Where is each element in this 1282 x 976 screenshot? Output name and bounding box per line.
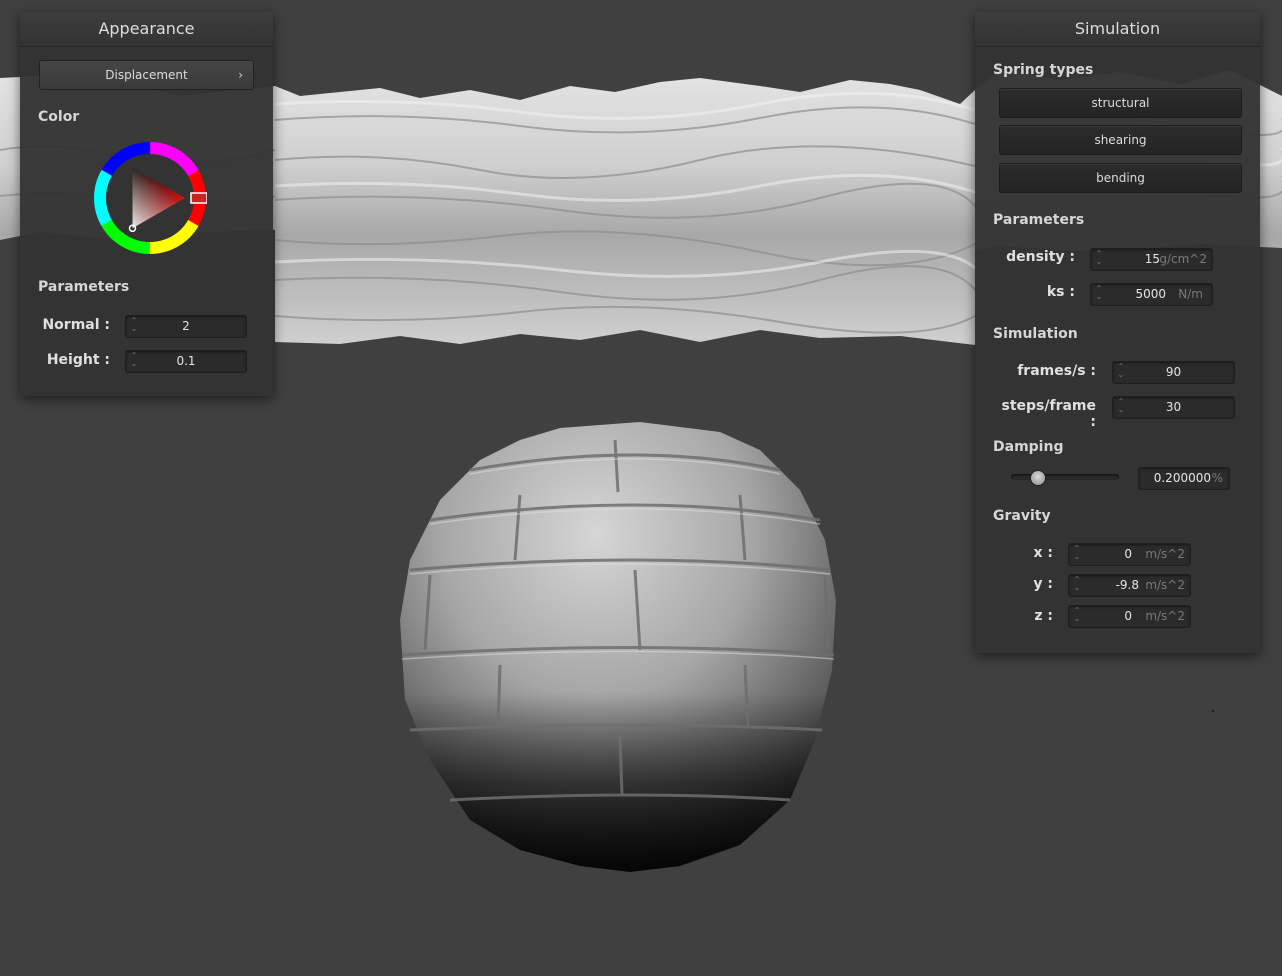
density-label: density : <box>1006 249 1075 265</box>
appearance-panel: Appearance Displacement › Color Paramete… <box>20 12 273 396</box>
color-wheel-icon <box>94 142 208 254</box>
density-unit: g/cm^2 <box>1159 252 1207 266</box>
color-section-label: Color <box>38 109 80 125</box>
ks-value: 5000 <box>1135 287 1166 301</box>
gravity-y-label: y : <box>1033 576 1053 592</box>
spinner-icon[interactable]: ⌃ ⌄ <box>1073 607 1081 625</box>
spinner-icon[interactable]: ⌃ ⌄ <box>1095 250 1103 268</box>
gravity-z-input[interactable]: ⌃ ⌄ 0 m/s^2 <box>1068 605 1191 628</box>
normal-input[interactable]: ⌃ ⌄ 2 <box>125 315 247 338</box>
gravity-y-input[interactable]: ⌃ ⌄ -9.8 m/s^2 <box>1068 574 1191 597</box>
simulation-panel: Simulation Spring types structural shear… <box>975 12 1260 653</box>
gravity-z-label: z : <box>1034 608 1053 624</box>
steps-input[interactable]: ⌃ ⌄ 30 <box>1112 396 1235 419</box>
damping-unit: % <box>1211 471 1223 485</box>
gravity-x-value: 0 <box>1124 547 1132 561</box>
density-value: 15 <box>1144 252 1160 266</box>
steps-value: 30 <box>1165 400 1182 414</box>
displacement-button-label: Displacement <box>105 68 188 82</box>
displacement-popup-button[interactable]: Displacement › <box>39 60 254 90</box>
brick-sphere <box>400 422 836 872</box>
spring-types-label: Spring types <box>993 62 1094 78</box>
damping-value: 0.200000 <box>1153 471 1211 485</box>
spinner-icon[interactable]: ⌃ ⌄ <box>1073 545 1081 563</box>
damping-slider[interactable] <box>1011 474 1119 480</box>
gravity-x-label: x : <box>1033 545 1053 561</box>
height-input[interactable]: ⌃ ⌄ 0.1 <box>125 350 247 373</box>
gravity-z-value: 0 <box>1124 609 1132 623</box>
appearance-title[interactable]: Appearance <box>20 12 273 47</box>
chevron-right-icon: › <box>238 68 243 82</box>
fps-value: 90 <box>1165 365 1182 379</box>
simulation-title[interactable]: Simulation <box>975 12 1260 47</box>
fps-input[interactable]: ⌃ ⌄ 90 <box>1112 361 1235 384</box>
gravity-y-value: -9.8 <box>1115 578 1139 592</box>
density-input[interactable]: ⌃ ⌄ 15 g/cm^2 <box>1090 248 1213 271</box>
height-value: 0.1 <box>176 354 196 368</box>
spinner-icon[interactable]: ⌃ ⌄ <box>1095 285 1103 303</box>
appearance-parameters-label: Parameters <box>38 279 130 295</box>
sim-parameters-label: Parameters <box>993 212 1085 228</box>
damping-input[interactable]: 0.200000 % <box>1138 467 1230 490</box>
gravity-x-unit: m/s^2 <box>1145 547 1185 561</box>
simulation-section-label: Simulation <box>993 326 1078 342</box>
bending-button[interactable]: bending <box>999 163 1242 193</box>
gravity-z-unit: m/s^2 <box>1145 609 1185 623</box>
normal-value: 2 <box>182 319 190 333</box>
stray-pixel <box>1212 710 1214 712</box>
gravity-x-input[interactable]: ⌃ ⌄ 0 m/s^2 <box>1068 543 1191 566</box>
ks-input[interactable]: ⌃ ⌄ 5000 N/m <box>1090 283 1213 306</box>
normal-label: Normal : <box>42 317 110 333</box>
gravity-label: Gravity <box>993 508 1051 524</box>
ks-label: ks : <box>1046 284 1075 300</box>
ks-unit: N/m <box>1178 287 1203 301</box>
shearing-button[interactable]: shearing <box>999 125 1242 155</box>
gravity-y-unit: m/s^2 <box>1145 578 1185 592</box>
spinner-icon[interactable]: ⌃ ⌄ <box>1073 576 1081 594</box>
color-wheel[interactable] <box>93 141 208 255</box>
height-label: Height : <box>46 352 110 368</box>
damping-label: Damping <box>993 439 1064 455</box>
steps-label: steps/frame : <box>1001 398 1096 430</box>
structural-button[interactable]: structural <box>999 88 1242 118</box>
damping-slider-knob[interactable] <box>1029 470 1046 486</box>
fps-label: frames/s : <box>1017 363 1096 379</box>
